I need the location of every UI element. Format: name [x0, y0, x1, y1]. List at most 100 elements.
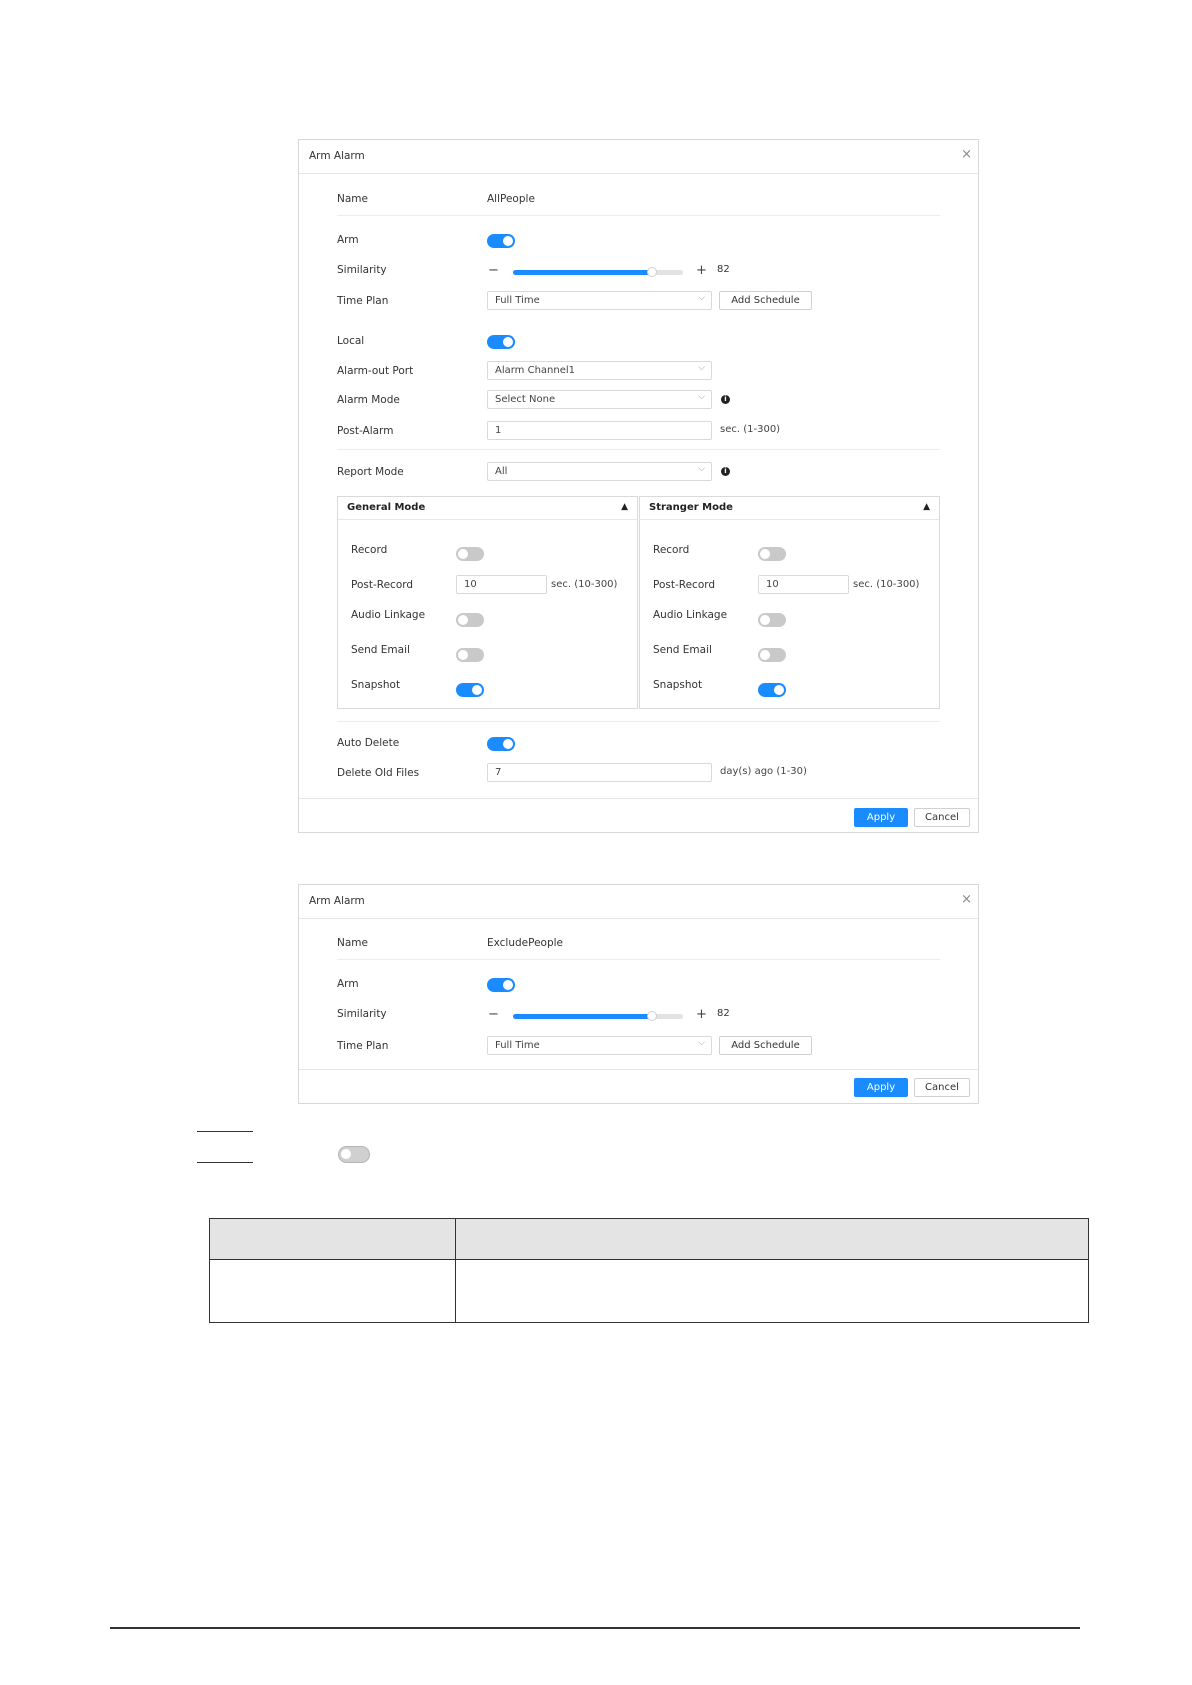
close-icon[interactable]: ×	[961, 148, 972, 162]
similarity-slider-fill	[513, 270, 653, 275]
caret-up-icon[interactable]: ▲	[621, 502, 628, 512]
snapshot-label: Snapshot	[351, 679, 401, 691]
alarm-mode-select[interactable]: Select None ⌵	[487, 390, 712, 409]
dialog-header: Arm Alarm ×	[299, 885, 978, 919]
chevron-down-icon: ⌵	[698, 464, 705, 474]
post-alarm-value: 1	[495, 425, 502, 436]
local-toggle[interactable]	[487, 335, 515, 349]
post-alarm-input[interactable]: 1	[487, 421, 712, 440]
arm-alarm-dialog-allpeople: Arm Alarm × Name AllPeople Arm Similarit…	[298, 139, 979, 833]
snapshot-toggle[interactable]	[758, 683, 786, 697]
toggle-off-icon	[338, 1146, 370, 1163]
similarity-increase-button[interactable]: +	[696, 1008, 707, 1021]
time-plan-select[interactable]: Full Time ⌵	[487, 1036, 712, 1055]
table-header-row	[210, 1219, 1088, 1260]
record-label: Record	[351, 544, 388, 556]
general-mode-panel: General Mode ▲ Record Post-Record 10 sec…	[337, 496, 638, 709]
info-icon[interactable]: i	[721, 395, 730, 404]
similarity-increase-button[interactable]: +	[696, 264, 707, 277]
close-icon[interactable]: ×	[961, 893, 972, 907]
parameter-table	[209, 1218, 1089, 1323]
name-value: ExcludePeople	[487, 937, 564, 949]
delete-old-files-label: Delete Old Files	[337, 767, 420, 779]
post-record-input[interactable]: 10	[758, 575, 849, 594]
general-mode-header[interactable]: General Mode ▲	[338, 497, 637, 520]
apply-button[interactable]: Apply	[854, 808, 908, 827]
add-schedule-button[interactable]: Add Schedule	[719, 1036, 812, 1055]
alarm-mode-label: Alarm Mode	[337, 394, 400, 406]
info-icon[interactable]: i	[721, 467, 730, 476]
record-toggle[interactable]	[456, 547, 484, 561]
time-plan-value: Full Time	[495, 1040, 540, 1051]
footer-divider	[299, 798, 978, 799]
dialog-title: Arm Alarm	[309, 895, 365, 907]
time-plan-select[interactable]: Full Time ⌵	[487, 291, 712, 310]
post-record-value: 10	[464, 579, 477, 590]
record-label: Record	[653, 544, 690, 556]
divider	[337, 215, 940, 216]
report-mode-value: All	[495, 466, 508, 477]
record-toggle[interactable]	[758, 547, 786, 561]
general-mode-title: General Mode	[347, 502, 426, 513]
dialog-title: Arm Alarm	[309, 150, 365, 162]
step-marker-line	[197, 1131, 253, 1132]
report-mode-label: Report Mode	[337, 466, 404, 478]
post-alarm-hint: sec. (1-300)	[720, 424, 781, 435]
arm-alarm-dialog-excludepeople: Arm Alarm × Name ExcludePeople Arm Simil…	[298, 884, 979, 1104]
delete-old-files-input[interactable]: 7	[487, 763, 712, 782]
chevron-down-icon: ⌵	[698, 363, 705, 373]
send-email-label: Send Email	[653, 644, 712, 656]
delete-old-files-hint: day(s) ago (1-30)	[720, 766, 807, 777]
post-record-value: 10	[766, 579, 779, 590]
similarity-slider[interactable]	[513, 267, 683, 277]
stranger-mode-panel: Stranger Mode ▲ Record Post-Record 10 se…	[639, 496, 940, 709]
post-record-label: Post-Record	[351, 579, 414, 591]
send-email-toggle[interactable]	[758, 648, 786, 662]
send-email-label: Send Email	[351, 644, 410, 656]
chevron-down-icon: ⌵	[698, 293, 705, 303]
post-alarm-label: Post-Alarm	[337, 425, 394, 437]
add-schedule-button[interactable]: Add Schedule	[719, 291, 812, 310]
name-label: Name	[337, 193, 368, 205]
similarity-value: 82	[717, 264, 730, 275]
similarity-label: Similarity	[337, 264, 387, 276]
audio-linkage-label: Audio Linkage	[351, 609, 426, 621]
report-mode-select[interactable]: All ⌵	[487, 462, 712, 481]
post-record-hint: sec. (10-300)	[853, 579, 920, 590]
divider	[337, 959, 940, 960]
divider	[337, 449, 940, 450]
cancel-button[interactable]: Cancel	[914, 1078, 970, 1097]
audio-linkage-label: Audio Linkage	[653, 609, 728, 621]
auto-delete-label: Auto Delete	[337, 737, 400, 749]
stranger-mode-header[interactable]: Stranger Mode ▲	[640, 497, 939, 520]
similarity-slider-handle[interactable]	[647, 267, 658, 277]
post-record-input[interactable]: 10	[456, 575, 547, 594]
send-email-toggle[interactable]	[456, 648, 484, 662]
audio-linkage-toggle[interactable]	[456, 613, 484, 627]
caret-up-icon[interactable]: ▲	[923, 502, 930, 512]
stranger-mode-title: Stranger Mode	[649, 502, 733, 513]
similarity-decrease-button[interactable]: −	[488, 1008, 499, 1021]
page-footer-rule	[110, 1627, 1080, 1629]
auto-delete-toggle[interactable]	[487, 737, 515, 751]
local-label: Local	[337, 335, 365, 347]
cancel-button[interactable]: Cancel	[914, 808, 970, 827]
similarity-decrease-button[interactable]: −	[488, 264, 499, 277]
similarity-slider[interactable]	[513, 1011, 683, 1021]
similarity-value: 82	[717, 1008, 730, 1019]
alarm-out-port-select[interactable]: Alarm Channel1 ⌵	[487, 361, 712, 380]
footer-divider	[299, 1069, 978, 1070]
similarity-slider-handle[interactable]	[647, 1011, 658, 1021]
audio-linkage-toggle[interactable]	[758, 613, 786, 627]
arm-label: Arm	[337, 978, 359, 990]
snapshot-toggle[interactable]	[456, 683, 484, 697]
time-plan-value: Full Time	[495, 295, 540, 306]
time-plan-label: Time Plan	[337, 295, 389, 307]
chevron-down-icon: ⌵	[698, 1038, 705, 1048]
chevron-down-icon: ⌵	[698, 392, 705, 402]
similarity-slider-fill	[513, 1014, 653, 1019]
apply-button[interactable]: Apply	[854, 1078, 908, 1097]
arm-toggle[interactable]	[487, 978, 515, 992]
dialog-header: Arm Alarm ×	[299, 140, 978, 174]
arm-toggle[interactable]	[487, 234, 515, 248]
